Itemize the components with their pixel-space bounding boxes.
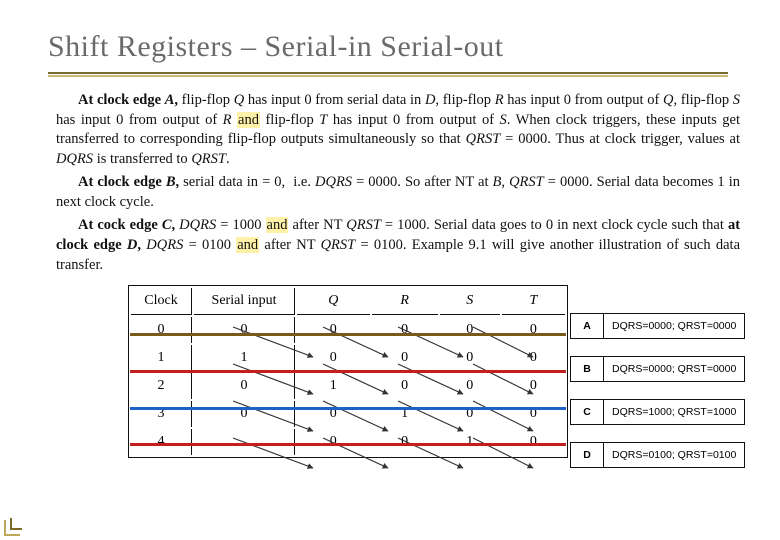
table-row: 2 0 1 0 0 0 bbox=[131, 373, 565, 399]
lower-region: Clock Serial input Q R S T 0 0 0 0 0 0 bbox=[0, 285, 780, 515]
legend-row: D DQRS=0100; QRST=0100 bbox=[571, 443, 745, 468]
legend-row: C DQRS=1000; QRST=1000 bbox=[571, 400, 745, 425]
th-s: S bbox=[440, 288, 500, 315]
shift-table: Clock Serial input Q R S T 0 0 0 0 0 0 bbox=[128, 285, 568, 458]
legend-row: B DQRS=0000; QRST=0000 bbox=[571, 357, 745, 382]
th-r: R bbox=[372, 288, 438, 315]
para-c: At cock edge C, DQRS = 1000 and after NT… bbox=[56, 216, 740, 275]
legend-table: A DQRS=0000; QRST=0000 B DQRS=0000; QRST… bbox=[570, 313, 745, 468]
page-title: Shift Registers – Serial-in Serial-out bbox=[0, 20, 780, 70]
corner-ornament-icon bbox=[0, 512, 28, 540]
para-a: At clock edge A, flip-flop Q has input 0… bbox=[56, 91, 740, 169]
para-b: At clock edge B, serial data in = 0, i.e… bbox=[56, 173, 740, 212]
table-row: 3 0 0 1 0 0 bbox=[131, 401, 565, 427]
th-clock: Clock bbox=[131, 288, 192, 315]
legend-row: A DQRS=0000; QRST=0000 bbox=[571, 314, 745, 339]
table-row: 0 0 0 0 0 0 bbox=[131, 317, 565, 343]
th-t: T bbox=[502, 288, 565, 315]
body-text: At clock edge A, flip-flop Q has input 0… bbox=[0, 77, 780, 275]
th-serial: Serial input bbox=[194, 288, 295, 315]
table-row: 1 1 0 0 0 0 bbox=[131, 345, 565, 371]
table-row: 4 0 0 1 0 bbox=[131, 429, 565, 455]
slide-root: Shift Registers – Serial-in Serial-out A… bbox=[0, 0, 780, 540]
th-q: Q bbox=[297, 288, 370, 315]
